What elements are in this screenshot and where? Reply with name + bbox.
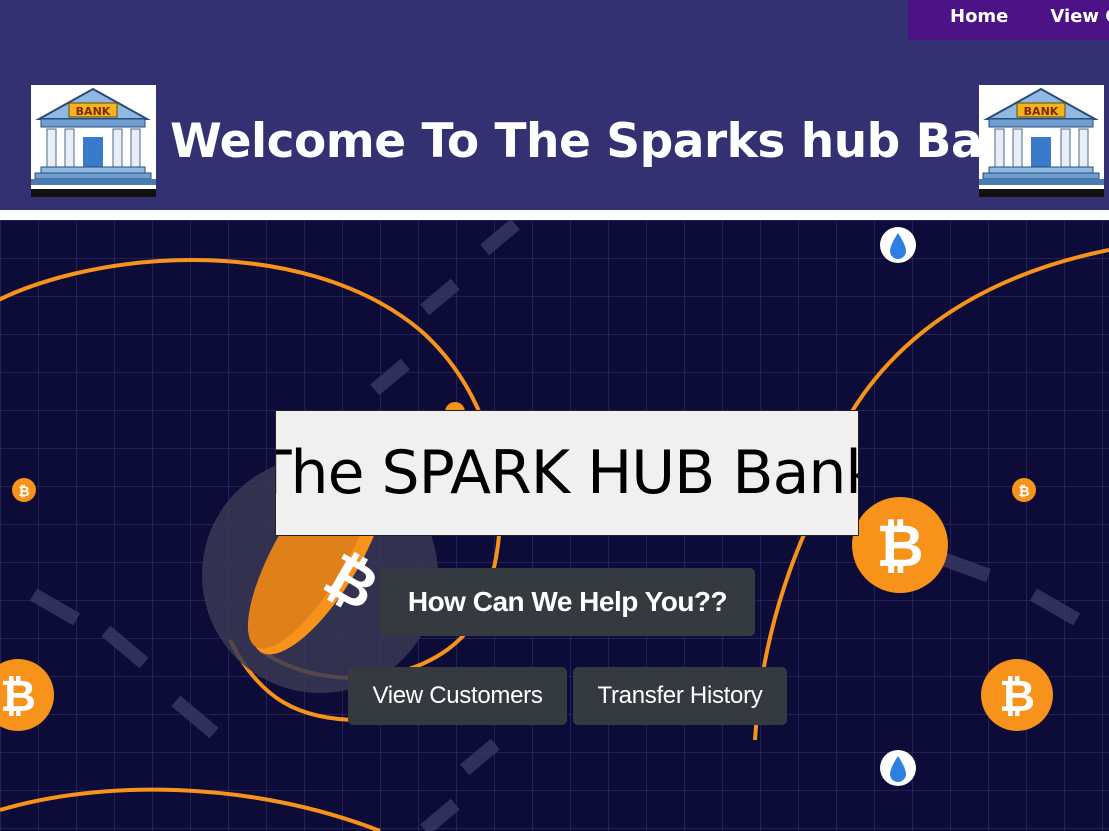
- svg-text:₿: ₿: [1018, 484, 1029, 500]
- transfer-history-button[interactable]: Transfer History: [573, 667, 787, 725]
- how-can-we-help-button[interactable]: How Can We Help You??: [380, 568, 755, 636]
- bank-logo-text: BANK: [1024, 105, 1059, 118]
- svg-text:₿: ₿: [876, 512, 923, 580]
- nav-view-customers-link[interactable]: View C: [1050, 0, 1109, 34]
- bank-logo-text: BANK: [76, 105, 111, 118]
- view-customers-button[interactable]: View Customers: [348, 667, 567, 725]
- bank-building-logo: BANK: [31, 85, 156, 197]
- welcome-heading: Welcome To The Sparks hub Bank!!: [170, 114, 1088, 169]
- bitcoin-coin-icon: ₿: [852, 497, 948, 593]
- top-navigation: Home View C: [908, 0, 1109, 40]
- svg-text:₿: ₿: [0, 671, 36, 722]
- hero-title: The SPARK HUB Bank: [275, 410, 859, 536]
- svg-text:₿: ₿: [18, 484, 29, 500]
- nav-home-link[interactable]: Home: [950, 0, 1008, 34]
- svg-text:₿: ₿: [999, 671, 1035, 722]
- site-header: Home View C BANK Welcome To The Sparks hu…: [0, 0, 1109, 210]
- bank-building-logo: BANK: [979, 85, 1104, 197]
